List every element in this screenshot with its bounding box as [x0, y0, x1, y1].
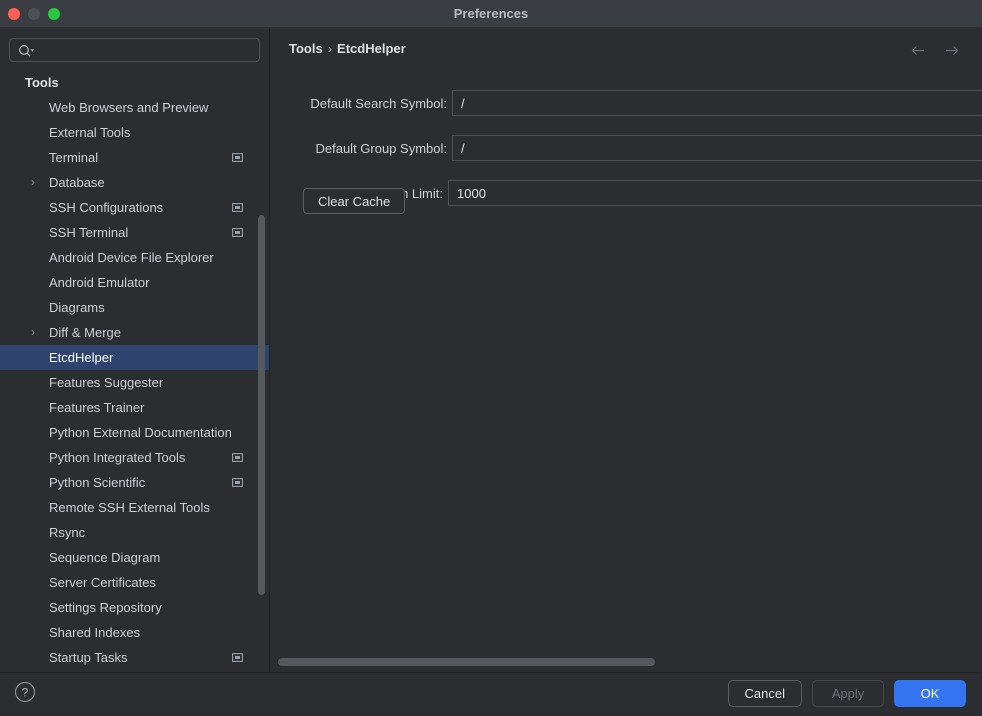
settings-sidebar: Tools Web Browsers and Preview External T…: [0, 28, 270, 672]
form-field-row: Default Group Symbol:: [271, 135, 982, 180]
sidebar-item-diff-merge[interactable]: › Diff & Merge: [0, 320, 269, 345]
breadcrumb-separator-icon: ›: [327, 41, 333, 56]
sidebar-item-label: Features Suggester: [49, 375, 164, 390]
project-settings-icon: [232, 153, 243, 162]
sidebar-item-shared-indexes[interactable]: Shared Indexes: [0, 620, 269, 645]
field-label: Default Search Symbol:: [310, 96, 447, 111]
sidebar-item-python-integrated-tools[interactable]: Python Integrated Tools: [0, 445, 269, 470]
sidebar-item-label: SSH Configurations: [49, 200, 164, 215]
sidebar-item-features-suggester[interactable]: Features Suggester: [0, 370, 269, 395]
sidebar-item-python-scientific[interactable]: Python Scientific: [0, 470, 269, 495]
footer-buttons: Cancel Apply OK: [727, 680, 966, 707]
back-arrow-icon[interactable]: [910, 42, 927, 59]
sidebar-item-android-emulator[interactable]: Android Emulator: [0, 270, 269, 295]
sidebar-item-label: Features Trainer: [49, 400, 145, 415]
sidebar-item-label: SSH Terminal: [49, 225, 129, 240]
preferences-dialog: Preferences Tools Web Browsers and Previ…: [0, 0, 982, 716]
sidebar-item-web-browsers-and-preview[interactable]: Web Browsers and Preview: [0, 95, 269, 120]
sidebar-item-label: Python Integrated Tools: [49, 450, 186, 465]
breadcrumb-current: EtcdHelper: [337, 41, 406, 56]
sidebar-item-settings-repository[interactable]: Settings Repository: [0, 595, 269, 620]
sidebar-item-ssh-terminal[interactable]: SSH Terminal: [0, 220, 269, 245]
apply-button[interactable]: Apply: [812, 680, 884, 707]
breadcrumb: Tools › EtcdHelper: [289, 41, 406, 56]
sidebar-item-label: Startup Tasks: [49, 650, 128, 665]
sidebar-item-label: Rsync: [49, 525, 86, 540]
content-horizontal-scrollbar[interactable]: [278, 658, 655, 666]
window-controls: [8, 8, 60, 20]
form-field-row: Default Search Symbol:: [271, 90, 982, 135]
sidebar-item-database[interactable]: › Database: [0, 170, 269, 195]
sidebar-item-rsync[interactable]: Rsync: [0, 520, 269, 545]
cancel-button[interactable]: Cancel: [727, 680, 802, 707]
sidebar-item-terminal[interactable]: Terminal: [0, 145, 269, 170]
sidebar-item-label: Diagrams: [49, 300, 105, 315]
project-settings-icon: [232, 453, 243, 462]
sidebar-item-label: Sequence Diagram: [49, 550, 161, 565]
close-window-button[interactable]: [8, 8, 20, 20]
project-settings-icon: [232, 653, 243, 662]
navigation-arrows: [910, 42, 960, 59]
minimize-window-button[interactable]: [28, 8, 40, 20]
sidebar-item-android-device-file-explorer[interactable]: Android Device File Explorer: [0, 245, 269, 270]
ok-button[interactable]: OK: [894, 680, 966, 707]
project-settings-icon: [232, 228, 243, 237]
help-icon[interactable]: ?: [14, 681, 36, 703]
sidebar-item-label: External Tools: [49, 125, 131, 140]
field-input[interactable]: [448, 180, 982, 206]
sidebar-item-label: Python Scientific: [49, 475, 146, 490]
forward-arrow-icon[interactable]: [943, 42, 960, 59]
sidebar-item-etcdhelper[interactable]: EtcdHelper: [0, 345, 269, 370]
search-input[interactable]: [9, 38, 260, 62]
clear-cache-button[interactable]: Clear Cache: [303, 188, 406, 214]
settings-tree: Tools Web Browsers and Preview External T…: [0, 70, 269, 670]
sidebar-item-startup-tasks[interactable]: Startup Tasks: [0, 645, 269, 670]
search-icon: [19, 45, 34, 57]
sidebar-item-python-external-documentation[interactable]: Python External Documentation: [0, 420, 269, 445]
sidebar-item-label: Shared Indexes: [49, 625, 141, 640]
sidebar-item-label: Python External Documentation: [49, 425, 232, 440]
sidebar-item-label: Web Browsers and Preview: [49, 100, 209, 115]
sidebar-vertical-scrollbar[interactable]: [258, 215, 265, 595]
window-title: Preferences: [453, 6, 529, 21]
sidebar-item-label: Diff & Merge: [49, 325, 122, 340]
field-label: Default Group Symbol:: [315, 141, 447, 156]
svg-text:?: ?: [22, 686, 29, 700]
sidebar-item-remote-ssh-external-tools[interactable]: Remote SSH External Tools: [0, 495, 269, 520]
sidebar-item-ssh-configurations[interactable]: SSH Configurations: [0, 195, 269, 220]
sidebar-item-label: Android Device File Explorer: [49, 250, 214, 265]
maximize-window-button[interactable]: [48, 8, 60, 20]
project-settings-icon: [232, 478, 243, 487]
sidebar-item-label: Remote SSH External Tools: [49, 500, 210, 515]
search-container: [0, 28, 269, 68]
field-input[interactable]: [452, 90, 982, 116]
sidebar-item-label: Settings Repository: [49, 600, 162, 615]
sidebar-item-external-tools[interactable]: External Tools: [0, 120, 269, 145]
field-input[interactable]: [452, 135, 982, 161]
sidebar-item-features-trainer[interactable]: Features Trainer: [0, 395, 269, 420]
settings-content-pane: Tools › EtcdHelper Default Search Symbol: D…: [271, 28, 982, 672]
sidebar-item-label: Server Certificates: [49, 575, 156, 590]
project-settings-icon: [232, 203, 243, 212]
sidebar-item-label: Terminal: [49, 150, 99, 165]
sidebar-item-label: EtcdHelper: [49, 350, 114, 365]
title-bar: Preferences: [0, 0, 982, 28]
sidebar-item-label: Database: [49, 175, 105, 190]
chevron-right-icon[interactable]: ›: [31, 170, 43, 195]
chevron-right-icon[interactable]: ›: [31, 320, 43, 345]
sidebar-item-label: Android Emulator: [49, 275, 150, 290]
sidebar-item-sequence-diagram[interactable]: Sequence Diagram: [0, 545, 269, 570]
tree-group-tools: Tools: [25, 75, 59, 90]
breadcrumb-root[interactable]: Tools: [289, 41, 323, 56]
sidebar-item-diagrams[interactable]: Diagrams: [0, 295, 269, 320]
sidebar-item-server-certificates[interactable]: Server Certificates: [0, 570, 269, 595]
